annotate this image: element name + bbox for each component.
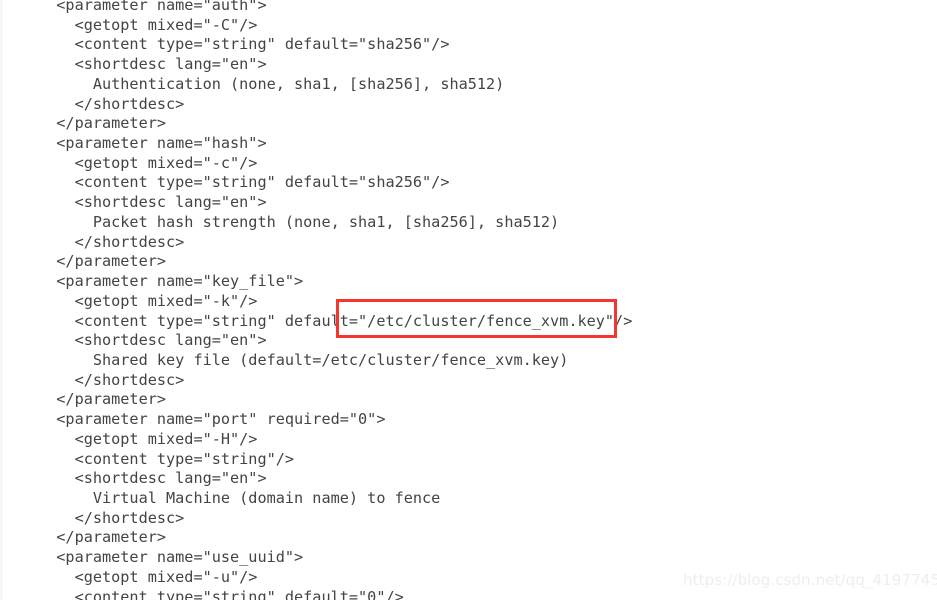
code-line: <content type="string"/> [38, 449, 295, 468]
code-line: <content type="string" default="/etc/clu… [38, 311, 633, 330]
left-edge-artifact [0, 0, 3, 600]
code-line: <shortdesc lang="en"> [38, 331, 267, 350]
code-screenshot-viewport: <parameter name="auth"> <getopt mixed="-… [0, 0, 937, 600]
code-line: <content type="string" default="sha256"/… [38, 173, 450, 192]
code-line: </parameter> [38, 252, 167, 271]
code-line: <parameter name="hash"> [38, 134, 267, 153]
watermark: https://blog.csdn.net/qq_41977453 [683, 571, 937, 589]
code-line: <content type="string" default="sha256"/… [38, 35, 450, 54]
code-line: </parameter> [38, 114, 167, 133]
code-line: Authentication (none, sha1, [sha256], sh… [38, 74, 505, 93]
code-line: <shortdesc lang="en"> [38, 55, 267, 74]
code-line: Shared key file (default=/etc/cluster/fe… [38, 350, 569, 369]
code-line: <shortdesc lang="en"> [38, 193, 267, 212]
code-line: <getopt mixed="-H"/> [38, 429, 258, 448]
code-line: <getopt mixed="-C"/> [38, 15, 258, 34]
code-line: Packet hash strength (none, sha1, [sha25… [38, 212, 560, 231]
code-line: <getopt mixed="-c"/> [38, 153, 258, 172]
code-line: </shortdesc> [38, 232, 185, 251]
code-line: </shortdesc> [38, 508, 185, 527]
code-line: <getopt mixed="-u"/> [38, 567, 258, 586]
code-line: <shortdesc lang="en"> [38, 469, 267, 488]
code-line: </shortdesc> [38, 94, 185, 113]
code-line: <parameter name="use_uuid"> [38, 548, 304, 567]
code-line: <parameter name="port" required="0"> [38, 410, 386, 429]
code-line: <content type="string" default="0"/> [38, 587, 404, 600]
code-line: <parameter name="key_file"> [38, 272, 304, 291]
code-line: </shortdesc> [38, 370, 185, 389]
code-line: Virtual Machine (domain name) to fence [38, 488, 441, 507]
xml-code-listing: <parameter name="auth"> <getopt mixed="-… [38, 0, 632, 600]
code-line: <parameter name="auth"> [38, 0, 267, 14]
code-line: </parameter> [38, 390, 167, 409]
code-line: </parameter> [38, 528, 167, 547]
code-line: <getopt mixed="-k"/> [38, 291, 258, 310]
